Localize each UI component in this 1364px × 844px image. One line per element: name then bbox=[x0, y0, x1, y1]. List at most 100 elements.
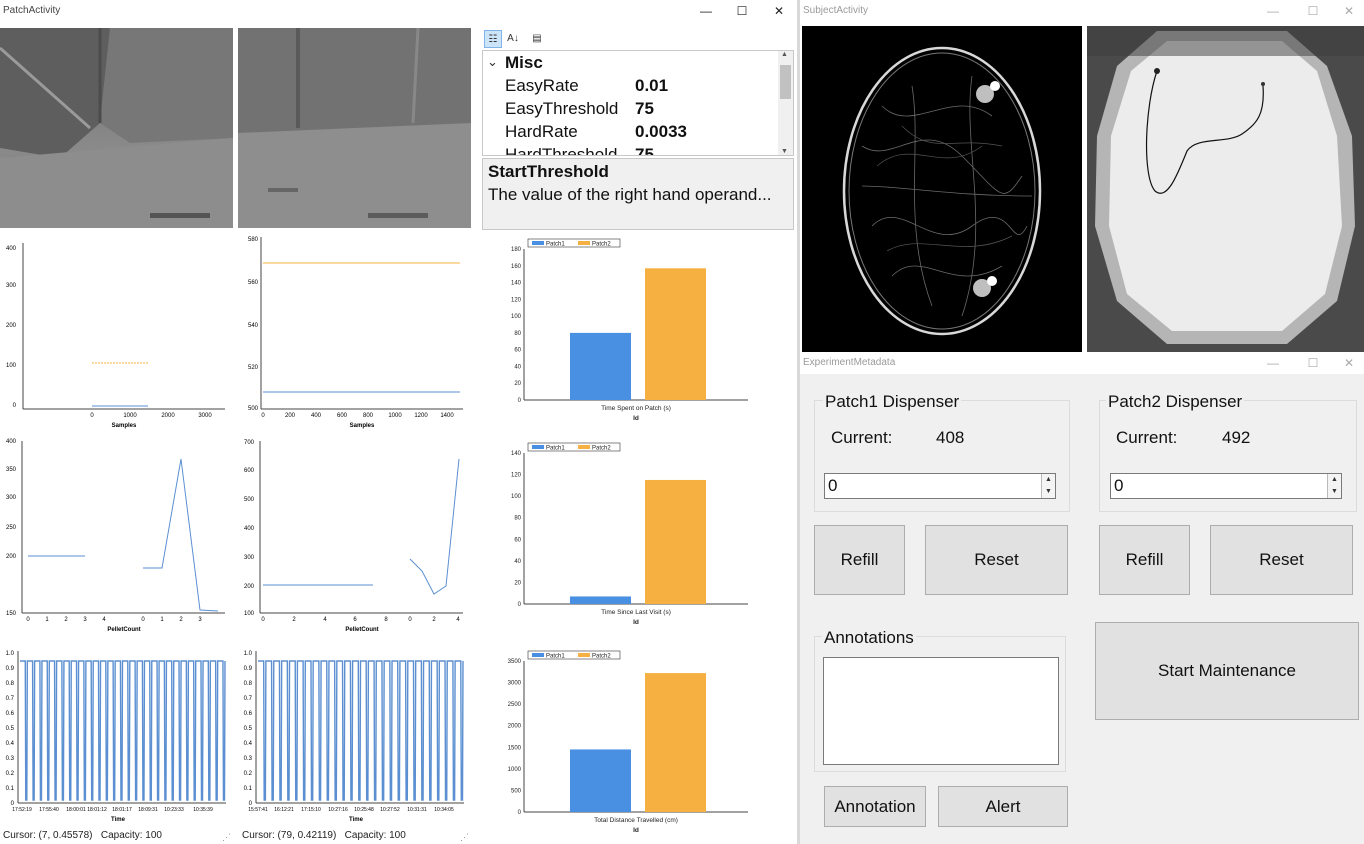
x-tick-label: 18:01:17 bbox=[112, 807, 132, 813]
property-category[interactable]: Misc bbox=[505, 53, 543, 73]
close-icon[interactable]: ✕ bbox=[760, 0, 797, 22]
pellet2-xticks: 0 2 4 6 8 0 2 4 bbox=[261, 617, 460, 623]
metadata-window-titlebar[interactable]: ExperimentMetadata — ☐ ✕ bbox=[800, 352, 1364, 374]
y-tick-label: 3000 bbox=[508, 681, 522, 687]
patch1-refill-button[interactable]: Refill bbox=[814, 525, 905, 595]
property-row[interactable]: EasyThreshold 75 bbox=[505, 99, 775, 122]
scroll-up-icon[interactable]: ▲ bbox=[781, 51, 788, 58]
x-tick-label: 3000 bbox=[198, 413, 212, 419]
x-tick-label: 3 bbox=[198, 617, 202, 623]
y-tick-label: 200 bbox=[6, 323, 17, 329]
property-row[interactable]: EasyRate 0.01 bbox=[505, 76, 775, 99]
legend-label: Patch1 bbox=[546, 242, 565, 248]
maximize-icon[interactable]: ☐ bbox=[1294, 0, 1332, 22]
x-tick-label: 4 bbox=[456, 617, 460, 623]
x-tick-label: 0 bbox=[261, 617, 265, 623]
patch2-quantity-stepper[interactable]: 0 ▲ ▼ bbox=[1110, 473, 1342, 499]
patch-activity-window: PatchActivity — ☐ ✕ 0 100 200 300 400 0 1000 2… bbox=[0, 0, 797, 844]
y-tick-label: 2000 bbox=[508, 724, 522, 730]
vertical-scrollbar[interactable]: ▲ ▼ bbox=[778, 51, 793, 155]
property-pages-icon[interactable]: ▤ bbox=[528, 30, 546, 48]
patch1-reset-button[interactable]: Reset bbox=[925, 525, 1068, 595]
legend-swatch bbox=[532, 445, 544, 449]
x-axis-label: Samples bbox=[112, 423, 137, 429]
button-label: Annotation bbox=[834, 796, 916, 816]
scroll-down-icon[interactable]: ▼ bbox=[781, 148, 788, 155]
resize-grip-icon[interactable]: ⋰ bbox=[222, 832, 231, 843]
scrollbar-thumb[interactable] bbox=[780, 65, 791, 99]
y-tick-label: 0.9 bbox=[6, 666, 15, 672]
property-value[interactable]: 0.0033 bbox=[635, 122, 687, 142]
annotations-textarea[interactable] bbox=[823, 657, 1059, 765]
subject-window-titlebar[interactable]: SubjectActivity — ☐ ✕ bbox=[800, 0, 1364, 22]
patch1-quantity-value[interactable]: 0 bbox=[828, 476, 837, 495]
resize-grip-icon[interactable]: ⋰ bbox=[460, 832, 469, 843]
y-tick-label: 500 bbox=[248, 406, 259, 412]
property-value[interactable]: 75 bbox=[635, 145, 654, 155]
x-tick-label: 0 bbox=[261, 413, 265, 419]
bar-chart-time-since-visit: 0 20 40 60 80 100 120 140 Patch1 Patch2 Time Since… bbox=[482, 437, 794, 637]
property-name: EasyRate bbox=[505, 76, 579, 95]
patch-window-title: PatchActivity bbox=[3, 5, 61, 16]
help-description: The value of the right hand operand... bbox=[488, 185, 772, 204]
patch2-reset-button[interactable]: Reset bbox=[1210, 525, 1353, 595]
patch2-current-label: Current: bbox=[1116, 428, 1178, 447]
property-row[interactable]: HardRate 0.0033 bbox=[505, 122, 775, 145]
collapse-chevron-icon[interactable]: ⌄ bbox=[487, 54, 498, 70]
y-tick-label: 180 bbox=[511, 247, 522, 253]
y-tick-label: 140 bbox=[511, 451, 522, 457]
maximize-icon[interactable]: ☐ bbox=[1294, 352, 1332, 374]
patch-window-titlebar[interactable]: PatchActivity — ☐ ✕ bbox=[0, 0, 797, 22]
x-tick-label: 600 bbox=[337, 413, 348, 419]
spinner-arrows-icon[interactable]: ▲ ▼ bbox=[1327, 474, 1341, 498]
bar-patch1 bbox=[570, 332, 631, 400]
x-axis-label: Time bbox=[111, 817, 126, 823]
start-maintenance-button[interactable]: Start Maintenance bbox=[1095, 622, 1359, 720]
legend-swatch bbox=[578, 653, 590, 657]
spinner-arrows-icon[interactable]: ▲ ▼ bbox=[1041, 474, 1055, 498]
property-name: HardRate bbox=[505, 122, 578, 141]
alphabetical-sort-icon[interactable]: A↓ bbox=[504, 30, 522, 48]
pellet-chart-patch2: 100 200 300 400 500 600 700 0 2 4 6 8 0 2 4 PelletCou… bbox=[238, 437, 471, 637]
minimize-icon[interactable]: — bbox=[687, 0, 725, 22]
alert-button[interactable]: Alert bbox=[938, 786, 1068, 827]
series-line-patch2 bbox=[143, 458, 219, 612]
series-line-patch2 bbox=[409, 458, 460, 595]
samples1-xticks: 0 1000 2000 3000 bbox=[90, 413, 212, 419]
property-value[interactable]: 75 bbox=[635, 99, 654, 119]
property-value[interactable]: 0.01 bbox=[635, 76, 668, 96]
legend-label: Patch1 bbox=[546, 446, 565, 452]
categorized-view-icon[interactable]: ☷ bbox=[484, 30, 502, 48]
patch1-current-value: 408 bbox=[936, 428, 965, 447]
patch2-quantity-value[interactable]: 0 bbox=[1114, 476, 1123, 495]
x-tick-label: 10:27:52 bbox=[380, 807, 400, 813]
x-axis-label: Id bbox=[633, 827, 639, 834]
patch1-quantity-stepper[interactable]: 0 ▲ ▼ bbox=[824, 473, 1056, 499]
patch2-refill-button[interactable]: Refill bbox=[1099, 525, 1190, 595]
cursor-readout: Cursor: (7, 0.45578) bbox=[3, 830, 93, 841]
x-tick-label: 200 bbox=[285, 413, 296, 419]
maximize-icon[interactable]: ☐ bbox=[723, 0, 761, 22]
x-axis-label: Id bbox=[633, 619, 639, 626]
legend-swatch bbox=[578, 241, 590, 245]
x-tick-label: 1000 bbox=[123, 413, 137, 419]
annotation-button[interactable]: Annotation bbox=[824, 786, 926, 827]
y-tick-label: 0.6 bbox=[244, 711, 253, 717]
x-tick-label: 1 bbox=[160, 617, 164, 623]
close-icon[interactable]: ✕ bbox=[1330, 0, 1364, 22]
bar-patch2 bbox=[645, 673, 706, 812]
camera-view-patch2 bbox=[238, 28, 471, 228]
minimize-icon[interactable]: — bbox=[1254, 0, 1292, 22]
time1-xticks: 17:52:19 17:55:40 18:00:01 18:01:12 18:01:17… bbox=[12, 807, 213, 813]
bar-patch2 bbox=[645, 268, 706, 400]
x-tick-label: 15:57:41 bbox=[248, 807, 268, 813]
minimize-icon[interactable]: — bbox=[1254, 352, 1292, 374]
y-tick-label: 0 bbox=[518, 602, 522, 608]
samples2-xticks: 0 200 400 600 800 1000 1200 1400 bbox=[261, 413, 454, 419]
y-tick-label: 300 bbox=[6, 283, 17, 289]
tracking-heatmap-view bbox=[802, 26, 1082, 352]
close-icon[interactable]: ✕ bbox=[1330, 352, 1364, 374]
property-row[interactable]: HardThreshold 75 bbox=[505, 145, 775, 155]
time2-xticks: 15:57:41 16:12:21 17:15:10 10:27:16 10:25:48… bbox=[248, 807, 454, 813]
x-axis-label: PelletCount bbox=[107, 627, 140, 633]
